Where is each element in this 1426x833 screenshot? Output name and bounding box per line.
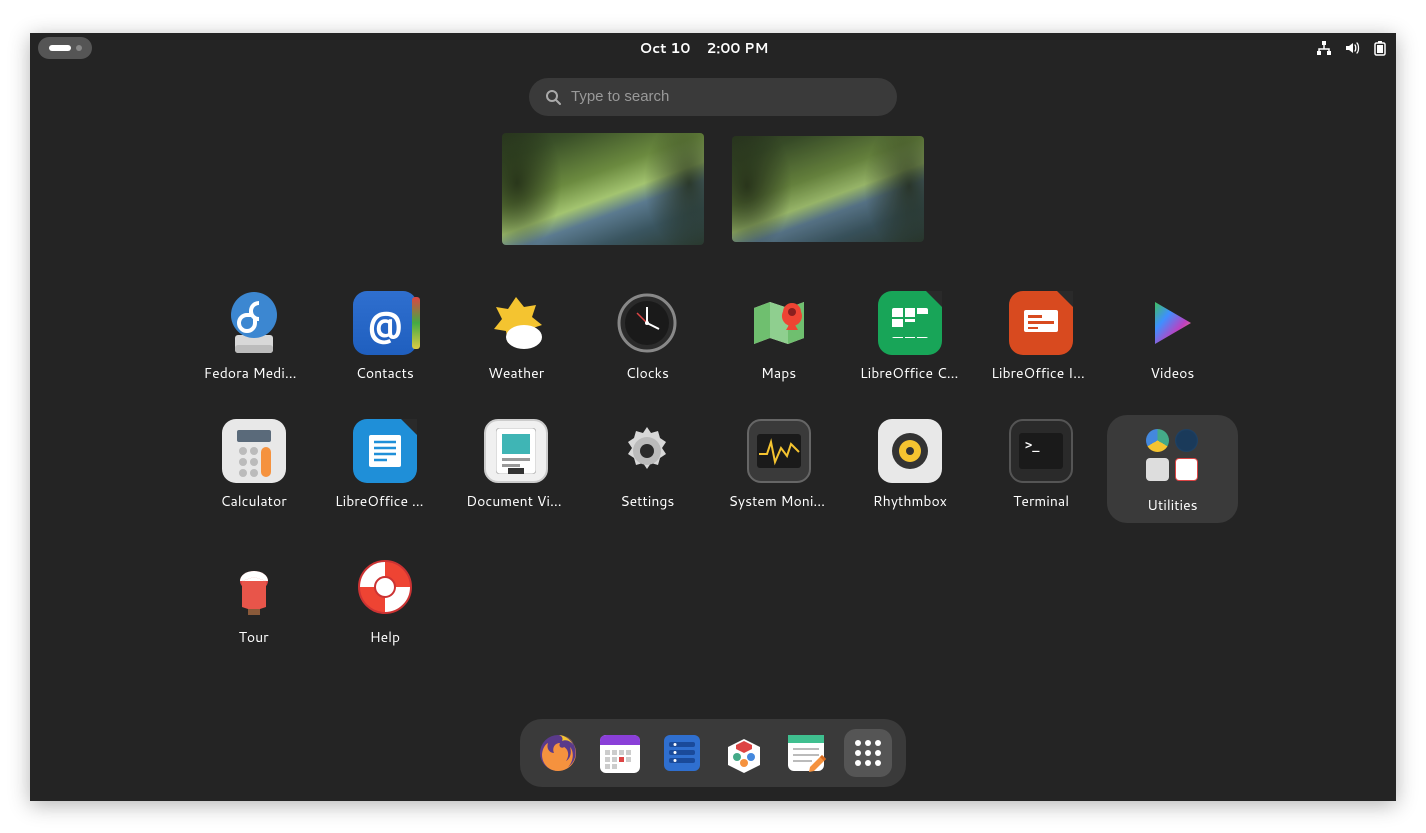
app-label: Document Viewer	[466, 491, 566, 511]
rhythmbox-icon	[878, 419, 942, 483]
utilities-folder-icon	[1140, 423, 1204, 487]
writer-icon	[353, 419, 417, 483]
desktop-overview: Oct 10 2:00 PM Fedora Media Writer @	[30, 33, 1396, 801]
videos-icon	[1140, 291, 1204, 355]
app-help[interactable]: Help	[319, 551, 450, 651]
app-label: Clocks	[626, 363, 669, 383]
app-label: Help	[370, 627, 400, 647]
dock-firefox[interactable]	[534, 729, 582, 777]
app-label: LibreOffice Writer	[335, 491, 435, 511]
impress-icon	[1009, 291, 1073, 355]
document-viewer-icon	[484, 419, 548, 483]
dock-software[interactable]	[720, 729, 768, 777]
app-label: Videos	[1150, 363, 1194, 383]
terminal-icon: >_	[1009, 419, 1073, 483]
app-libreoffice-writer[interactable]: LibreOffice Writer	[319, 415, 450, 523]
app-label: Rhythmbox	[873, 491, 947, 511]
time-label: 2:00 PM	[706, 38, 768, 58]
app-settings[interactable]: Settings	[582, 415, 713, 523]
dock-calendar[interactable]	[596, 729, 644, 777]
app-system-monitor[interactable]: System Monitor	[713, 415, 844, 523]
settings-icon	[615, 419, 679, 483]
app-label: Weather	[488, 363, 544, 383]
network-icon	[1316, 40, 1332, 56]
app-contacts[interactable]: @ Contacts	[319, 287, 450, 387]
app-calculator[interactable]: Calculator	[188, 415, 319, 523]
app-label: LibreOffice Impress	[991, 363, 1091, 383]
weather-icon	[484, 291, 548, 355]
calc-icon	[878, 291, 942, 355]
app-grid: Fedora Media Writer @ Contacts Weather C…	[188, 287, 1238, 651]
dock-show-apps[interactable]	[844, 729, 892, 777]
app-label: LibreOffice Calc	[860, 363, 960, 383]
app-maps[interactable]: Maps	[713, 287, 844, 387]
calculator-icon	[222, 419, 286, 483]
app-label: Tour	[239, 627, 269, 647]
app-libreoffice-calc[interactable]: LibreOffice Calc	[844, 287, 975, 387]
app-fedora-media-writer[interactable]: Fedora Media Writer	[188, 287, 319, 387]
maps-icon	[747, 291, 811, 355]
dock-files[interactable]	[658, 729, 706, 777]
search-icon	[545, 89, 561, 105]
app-label: Fedora Media Writer	[204, 363, 304, 383]
date-label: Oct 10	[640, 38, 691, 58]
app-document-viewer[interactable]: Document Viewer	[451, 415, 582, 523]
app-rhythmbox[interactable]: Rhythmbox	[844, 415, 975, 523]
search-bar[interactable]	[529, 78, 897, 116]
app-terminal[interactable]: >_ Terminal	[976, 415, 1107, 523]
workspace-1[interactable]	[502, 133, 704, 245]
clocks-icon	[615, 291, 679, 355]
app-tour[interactable]: Tour	[188, 551, 319, 651]
workspace-2[interactable]	[732, 136, 924, 242]
system-tray[interactable]	[1316, 40, 1388, 56]
activities-button[interactable]	[38, 37, 92, 59]
app-videos[interactable]: Videos	[1107, 287, 1238, 387]
app-label: Settings	[620, 491, 674, 511]
top-bar: Oct 10 2:00 PM	[30, 33, 1396, 63]
contacts-icon: @	[353, 291, 417, 355]
dock	[520, 719, 906, 787]
dock-text-editor[interactable]	[782, 729, 830, 777]
app-libreoffice-impress[interactable]: LibreOffice Impress	[976, 287, 1107, 387]
volume-icon	[1344, 40, 1360, 56]
app-clocks[interactable]: Clocks	[582, 287, 713, 387]
help-icon	[353, 555, 417, 619]
tour-icon	[222, 555, 286, 619]
search-input[interactable]	[571, 88, 881, 105]
system-monitor-icon	[747, 419, 811, 483]
app-label: System Monitor	[729, 491, 829, 511]
svg-text:>_: >_	[1025, 438, 1040, 453]
app-label: Utilities	[1147, 495, 1198, 515]
fedora-icon	[222, 291, 286, 355]
app-label: Terminal	[1013, 491, 1069, 511]
app-weather[interactable]: Weather	[451, 287, 582, 387]
app-folder-utilities[interactable]: Utilities	[1107, 415, 1238, 523]
workspace-thumbnails	[502, 133, 924, 245]
app-label: Contacts	[356, 363, 414, 383]
battery-icon	[1372, 40, 1388, 56]
app-label: Maps	[761, 363, 796, 383]
app-label: Calculator	[221, 491, 287, 511]
clock-area[interactable]: Oct 10 2:00 PM	[640, 38, 769, 58]
